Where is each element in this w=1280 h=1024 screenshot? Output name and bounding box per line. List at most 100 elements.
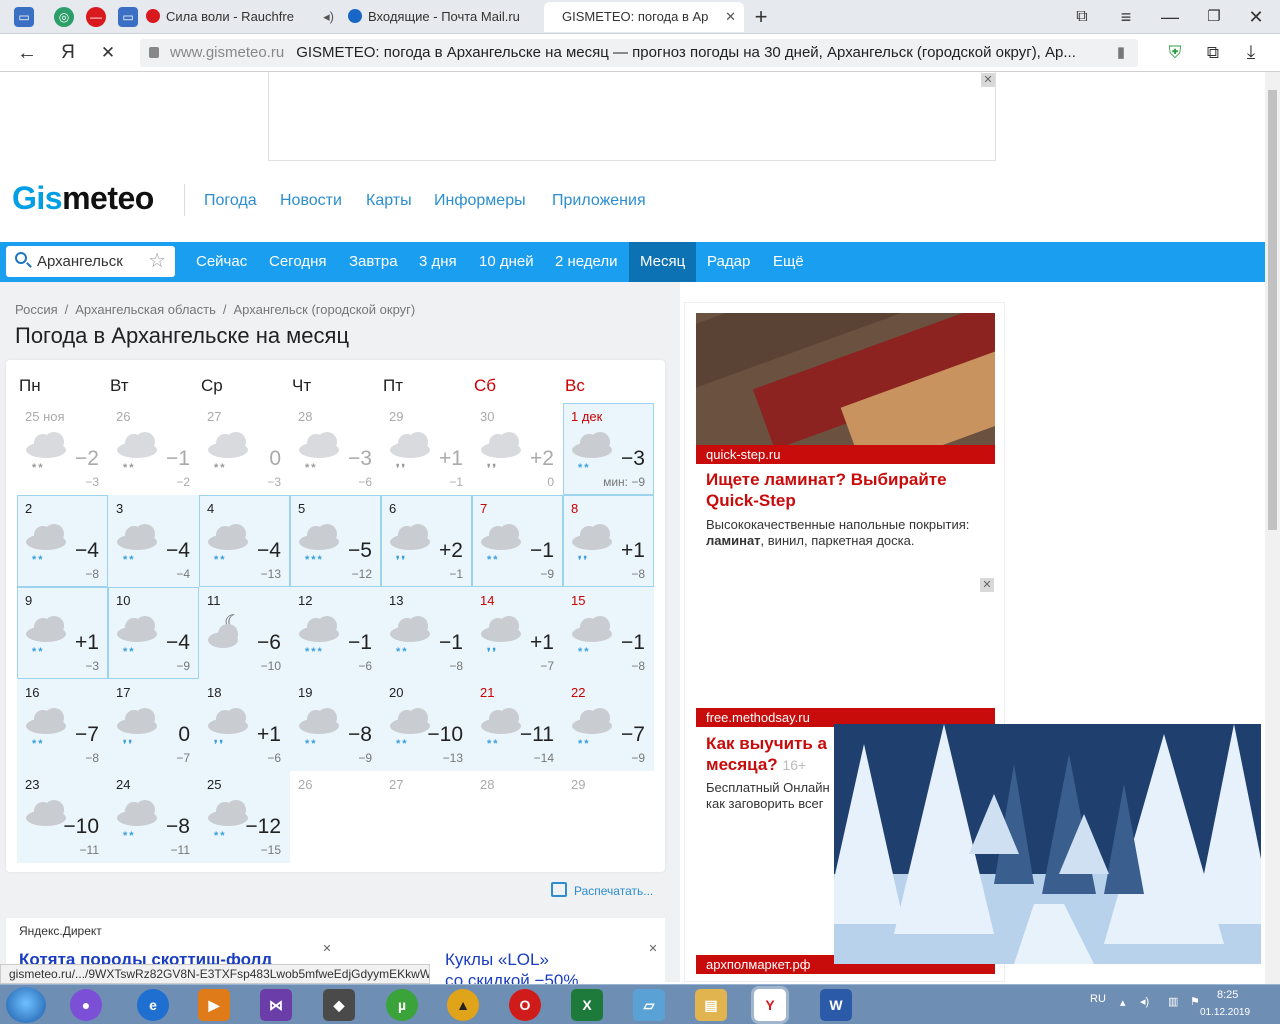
pinned-tab-stop-icon[interactable]: — bbox=[86, 7, 106, 27]
url-field[interactable]: www.gismeteo.ru GISMETEO: погода в Арханг… bbox=[140, 39, 1138, 67]
opera-icon[interactable]: O bbox=[509, 989, 541, 1021]
calendar-day-cell[interactable]: 5 *** −5 −12 bbox=[290, 495, 381, 587]
calendar-day-cell[interactable]: 24 ** −8 −11 bbox=[108, 771, 199, 863]
close-ad-icon[interactable]: ✕ bbox=[320, 942, 334, 956]
tabs-icon[interactable]: ▭ bbox=[14, 7, 34, 27]
laminate-ad-image[interactable] bbox=[696, 313, 995, 445]
yandex-browser-icon[interactable]: Y bbox=[754, 989, 786, 1021]
notes-icon[interactable]: ▱ bbox=[633, 989, 665, 1021]
pinned-tab-icon[interactable]: ◎ bbox=[54, 7, 74, 27]
nav-maps[interactable]: Карты bbox=[366, 192, 412, 210]
top-ad-banner[interactable] bbox=[268, 72, 996, 161]
tab-10-days[interactable]: 10 дней bbox=[468, 242, 545, 282]
translate-icon[interactable]: ⧉ bbox=[1200, 40, 1226, 66]
calendar-day-cell[interactable]: 3 ** −4 −4 bbox=[108, 495, 199, 587]
calendar-day-cell[interactable]: 15 ** −1 −8 bbox=[563, 587, 654, 679]
calendar-day-cell[interactable]: 10 ** −4 −9 bbox=[108, 587, 199, 679]
tab-gismeteo[interactable]: GISMETEO: погода в Ар ✕ bbox=[544, 2, 744, 32]
nav-weather[interactable]: Погода bbox=[204, 192, 257, 210]
crumb-russia[interactable]: Россия bbox=[15, 302, 58, 317]
calendar-day-cell[interactable]: 17 ❜❜ 0 −7 bbox=[108, 679, 199, 771]
tab-tomorrow[interactable]: Завтра bbox=[338, 242, 409, 282]
clock-date[interactable]: 01.12.2019 bbox=[1200, 1007, 1250, 1018]
nav-apps[interactable]: Приложения bbox=[552, 192, 646, 210]
yandex-icon[interactable]: Я bbox=[55, 40, 81, 66]
close-ad-icon[interactable]: ✕ bbox=[981, 73, 995, 87]
word-icon[interactable]: W bbox=[820, 989, 852, 1021]
protect-icon[interactable]: ⛨ bbox=[1162, 40, 1188, 66]
calendar-day-cell[interactable]: 6 ❜❜ +2 −1 bbox=[381, 495, 472, 587]
close-ad-icon[interactable]: ✕ bbox=[980, 578, 994, 592]
tray-up-icon[interactable]: ▴ bbox=[1120, 996, 1126, 1009]
tab-today[interactable]: Сегодня bbox=[258, 242, 338, 282]
video-ad-player[interactable] bbox=[834, 724, 1261, 964]
calendar-day-cell[interactable]: 29 ❜❜ +1 −1 bbox=[381, 403, 472, 495]
tab-now[interactable]: Сейчас bbox=[185, 242, 258, 282]
scroll-thumb[interactable] bbox=[1268, 90, 1277, 530]
speaker-icon[interactable]: ◂) bbox=[323, 2, 334, 32]
minimize-icon[interactable]: — bbox=[1156, 4, 1184, 30]
network-icon[interactable]: ▥ bbox=[1168, 995, 1178, 1008]
nav-news[interactable]: Новости bbox=[280, 192, 342, 210]
tab-radar[interactable]: Радар bbox=[696, 242, 761, 282]
pinned-tab-chat-icon[interactable]: ▭ bbox=[118, 7, 138, 27]
start-button[interactable] bbox=[6, 987, 46, 1023]
calendar-day-cell[interactable]: 7 ** −1 −9 bbox=[472, 495, 563, 587]
close-tab-icon[interactable]: ✕ bbox=[725, 2, 736, 32]
print-link[interactable]: Распечатать... bbox=[551, 882, 653, 898]
calendar-day-cell[interactable]: 20 ** −10 −13 bbox=[381, 679, 472, 771]
window-close-icon[interactable]: ✕ bbox=[1242, 4, 1270, 30]
explorer-icon[interactable]: ▤ bbox=[695, 989, 727, 1021]
back-icon[interactable]: ← bbox=[14, 40, 40, 66]
visual-studio-icon[interactable]: ⋈ bbox=[260, 989, 292, 1021]
excel-icon[interactable]: X bbox=[571, 989, 603, 1021]
nav-informers[interactable]: Информеры bbox=[434, 192, 526, 210]
new-tab-button[interactable]: + bbox=[747, 4, 775, 30]
language-indicator[interactable]: RU bbox=[1090, 993, 1106, 1005]
calendar-day-cell[interactable]: 27 ** 0 −3 bbox=[199, 403, 290, 495]
tab-3-days[interactable]: 3 дня bbox=[408, 242, 468, 282]
calendar-day-cell[interactable]: 12 *** −1 −6 bbox=[290, 587, 381, 679]
tab-rauchfrei[interactable]: Сила воли - Rauchfre ◂) bbox=[146, 2, 342, 32]
stop-loading-icon[interactable]: ✕ bbox=[95, 40, 121, 66]
calendar-day-cell[interactable]: 2 ** −4 −8 bbox=[17, 495, 108, 587]
calendar-day-cell[interactable]: 23 −10 −11 bbox=[17, 771, 108, 863]
calendar-day-cell[interactable]: 25 ноя ** −2 −3 bbox=[17, 403, 108, 495]
calendar-day-cell[interactable]: 16 ** −7 −8 bbox=[17, 679, 108, 771]
calendar-day-cell[interactable]: 14 ❜❜ +1 −7 bbox=[472, 587, 563, 679]
media-player-icon[interactable]: ▶ bbox=[198, 989, 230, 1021]
calendar-day-cell[interactable]: 13 ** −1 −8 bbox=[381, 587, 472, 679]
aimp-icon[interactable]: ▲ bbox=[447, 989, 479, 1021]
crumb-region[interactable]: Архангельская область bbox=[75, 302, 216, 317]
calendar-day-cell[interactable]: 25 ** −12 −15 bbox=[199, 771, 290, 863]
calendar-day-cell[interactable]: 11 ☾ −6 −10 bbox=[199, 587, 290, 679]
utorrent-icon[interactable]: µ bbox=[386, 989, 418, 1021]
calendar-day-cell[interactable]: 1 дек ** −3 мин: −9 bbox=[563, 403, 654, 495]
direct-ad-link-2[interactable]: Куклы «LOL» bbox=[445, 950, 549, 970]
gismeteo-logo[interactable]: Gismeteo bbox=[12, 180, 154, 217]
calendar-day-cell[interactable]: 22 ** −7 −9 bbox=[563, 679, 654, 771]
calendar-day-cell[interactable]: 4 ** −4 −13 bbox=[199, 495, 290, 587]
restore-icon[interactable]: ❐ bbox=[1200, 4, 1228, 30]
volume-icon[interactable]: ◂) bbox=[1140, 995, 1149, 1008]
tanks-game-icon[interactable]: ◆ bbox=[323, 989, 355, 1021]
city-search-input[interactable]: Архангельск ☆ bbox=[6, 246, 175, 277]
ad-title[interactable]: Ищете ламинат? Выбирайте Quick-Step bbox=[706, 469, 991, 511]
close-ad-icon[interactable]: ✕ bbox=[646, 942, 660, 956]
tab-more[interactable]: Ещё bbox=[762, 242, 815, 282]
favorite-star-icon[interactable]: ☆ bbox=[148, 248, 166, 273]
menu-icon[interactable]: ≡ bbox=[1112, 4, 1140, 30]
flag-icon[interactable]: ⚑ bbox=[1190, 995, 1200, 1008]
calendar-day-cell[interactable]: 21 ** −11 −14 bbox=[472, 679, 563, 771]
crumb-city[interactable]: Архангельск (городской округ) bbox=[234, 302, 416, 317]
ie-icon[interactable]: e bbox=[137, 989, 169, 1021]
alice-icon[interactable]: ● bbox=[70, 989, 102, 1021]
calendar-day-cell[interactable]: 19 ** −8 −9 bbox=[290, 679, 381, 771]
calendar-day-cell[interactable]: 28 ** −3 −6 bbox=[290, 403, 381, 495]
calendar-day-cell[interactable]: 9 ** +1 −3 bbox=[17, 587, 108, 679]
calendar-day-cell[interactable]: 26 ** −1 −2 bbox=[108, 403, 199, 495]
tab-2-weeks[interactable]: 2 недели bbox=[544, 242, 629, 282]
calendar-day-cell[interactable]: 30 ❜❜ +2 0 bbox=[472, 403, 563, 495]
bookmarks-icon[interactable]: ⧉ bbox=[1068, 4, 1096, 30]
tab-mail[interactable]: Входящие - Почта Mail.ru bbox=[348, 2, 538, 32]
